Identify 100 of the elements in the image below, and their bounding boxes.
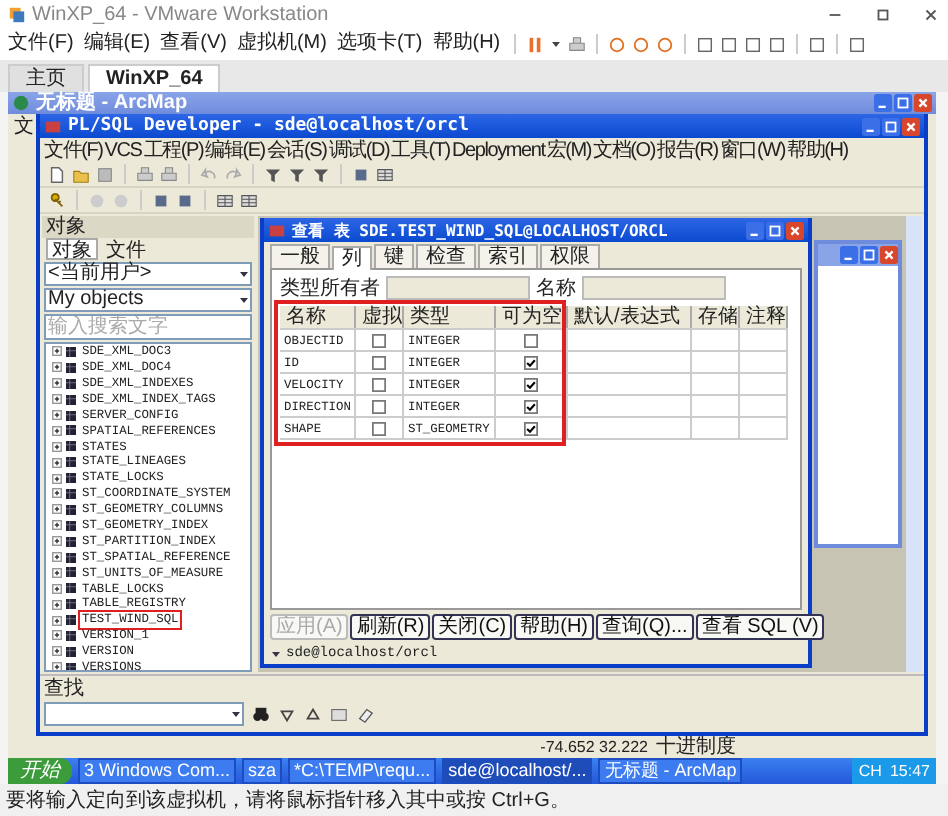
taskbar-item[interactable]: sza: [242, 758, 283, 784]
expand-icon[interactable]: [52, 488, 62, 499]
expand-icon[interactable]: [52, 441, 62, 452]
tab[interactable]: 文件: [100, 238, 152, 260]
tab[interactable]: 列: [332, 246, 372, 270]
tab[interactable]: 对象: [46, 238, 98, 260]
checkbox[interactable]: [372, 421, 386, 435]
owner-field[interactable]: [386, 276, 530, 300]
menu-item[interactable]: 宏(M): [546, 139, 592, 161]
search-field[interactable]: [44, 702, 244, 726]
expand-icon[interactable]: [52, 630, 62, 641]
checkbox[interactable]: [524, 399, 538, 413]
taskbar-item[interactable]: 无标题 - ArcMap: [598, 758, 743, 784]
taskbar-item[interactable]: sde@localhost/...: [442, 758, 593, 784]
expand-icon[interactable]: [52, 599, 62, 610]
menu-item[interactable]: Deployment: [451, 139, 545, 161]
tab[interactable]: 索引: [478, 244, 538, 268]
expand-icon[interactable]: [52, 457, 62, 468]
caret-icon[interactable]: [270, 648, 282, 660]
key-icon[interactable]: [48, 191, 66, 209]
eraser-icon[interactable]: [356, 705, 374, 723]
printer-icon[interactable]: [136, 165, 154, 183]
expand-icon[interactable]: [52, 504, 62, 515]
menu-item[interactable]: 文档(O): [593, 139, 655, 161]
minimize-button[interactable]: [874, 94, 892, 112]
menu-item[interactable]: 帮助(H): [786, 139, 848, 161]
menu-item[interactable]: 虚拟机(M): [236, 32, 327, 56]
expand-icon[interactable]: [52, 473, 62, 484]
menu-item[interactable]: 工程(P): [143, 139, 204, 161]
user-dropdown[interactable]: <当前用户>: [44, 262, 252, 286]
expand-icon[interactable]: [52, 646, 62, 657]
tab[interactable]: 键: [374, 244, 414, 268]
tab[interactable]: 一般: [270, 244, 330, 268]
binoculars-icon[interactable]: [252, 705, 270, 723]
tab[interactable]: 主页: [8, 64, 84, 92]
checkbox[interactable]: [372, 377, 386, 391]
printer-icon[interactable]: [160, 165, 178, 183]
menu-item[interactable]: 编辑(E): [205, 139, 265, 161]
menu-item[interactable]: 文件(F): [8, 32, 74, 56]
scrollbar[interactable]: [906, 216, 922, 672]
expand-icon[interactable]: [52, 615, 62, 626]
checkbox[interactable]: [372, 355, 386, 369]
expand-icon[interactable]: [52, 362, 62, 373]
close-button[interactable]: [786, 221, 804, 239]
taskbar-item[interactable]: *C:\TEMP\requ...: [288, 758, 437, 784]
checkbox[interactable]: [524, 355, 538, 369]
layout-icon[interactable]: [808, 35, 827, 53]
menu-item[interactable]: 文: [14, 116, 34, 138]
name-field[interactable]: [582, 276, 726, 300]
close-button[interactable]: [902, 117, 920, 135]
checkbox[interactable]: [372, 399, 386, 413]
expand-icon[interactable]: [52, 378, 62, 389]
menu-item[interactable]: 窗口(W): [719, 139, 785, 161]
menu-item[interactable]: 调试(D): [328, 139, 390, 161]
maximize-button[interactable]: [874, 5, 892, 23]
caret-icon[interactable]: [550, 38, 563, 50]
expand-icon[interactable]: [52, 425, 62, 436]
expand-icon[interactable]: [52, 552, 62, 563]
dialog-button[interactable]: 查看 SQL (V): [695, 614, 825, 640]
menu-item[interactable]: 编辑(E): [83, 32, 151, 56]
dialog-button[interactable]: 帮助(H): [514, 614, 595, 640]
document-icon[interactable]: [48, 165, 66, 183]
close-button[interactable]: [880, 246, 898, 264]
expand-icon[interactable]: [52, 567, 62, 578]
folder-icon[interactable]: [72, 165, 90, 183]
expand-icon[interactable]: [52, 536, 62, 547]
dialog-button[interactable]: 查询(Q)...: [596, 614, 694, 640]
filter-dropdown[interactable]: My objects: [44, 288, 252, 312]
minimize-button[interactable]: [840, 246, 858, 264]
tab[interactable]: 检查: [416, 244, 476, 268]
menu-item[interactable]: 会话(S): [266, 139, 327, 161]
dialog-button[interactable]: 刷新(R): [350, 614, 431, 640]
checkbox[interactable]: [524, 333, 538, 347]
menu-item[interactable]: 帮助(H): [432, 32, 501, 56]
checkbox[interactable]: [524, 421, 538, 435]
close-button[interactable]: [922, 5, 940, 23]
close-button[interactable]: [914, 94, 932, 112]
tab[interactable]: 权限: [540, 244, 600, 268]
menu-item[interactable]: 选项卡(T): [336, 32, 423, 56]
menu-item[interactable]: VCS: [104, 139, 142, 161]
menu-item[interactable]: 报告(R): [656, 139, 718, 161]
dialog-button[interactable]: 关闭(C): [432, 614, 513, 640]
up-arrow-icon[interactable]: [304, 705, 322, 723]
menu-item[interactable]: 查看(V): [160, 32, 227, 56]
menu-item[interactable]: 工具(T): [391, 139, 450, 161]
down-arrow-icon[interactable]: [278, 705, 296, 723]
expand-icon[interactable]: [52, 394, 62, 405]
minimize-button[interactable]: [746, 221, 764, 239]
menu-item[interactable]: 文件(F): [44, 139, 103, 161]
expand-icon[interactable]: [52, 410, 62, 420]
taskbar-item[interactable]: 3 Windows Com...: [78, 758, 237, 784]
layout-icon[interactable]: [848, 35, 867, 53]
expand-icon[interactable]: [52, 346, 62, 357]
expand-icon[interactable]: [52, 662, 62, 670]
tab[interactable]: WinXP_64: [88, 64, 221, 92]
checkbox[interactable]: [524, 377, 538, 391]
expand-icon[interactable]: [52, 520, 62, 531]
expand-icon[interactable]: [52, 583, 62, 594]
checkbox[interactable]: [372, 333, 386, 347]
minimize-button[interactable]: [862, 117, 880, 135]
